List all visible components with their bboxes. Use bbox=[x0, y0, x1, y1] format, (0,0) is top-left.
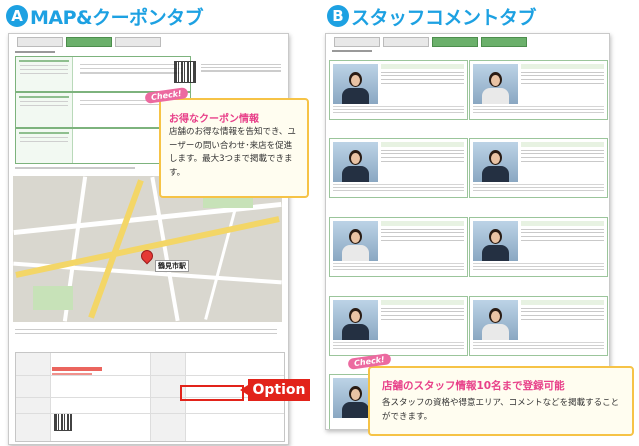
section-a-badge: A bbox=[6, 5, 28, 27]
shop-info-table bbox=[15, 352, 285, 442]
staff-photo bbox=[333, 221, 378, 261]
staff-callout: 店舗のスタッフ情報10名まで登録可能 各スタッフの資格や得意エリア、コメントなど… bbox=[368, 366, 634, 436]
coupon-callout: お得なクーポン情報 店舗のお得な情報を告知でき、ユーザーの問い合わせ･来店を促進… bbox=[159, 98, 309, 198]
tab-b-4[interactable] bbox=[481, 37, 527, 47]
station-label: 鶴見市駅 bbox=[155, 260, 189, 272]
tab-b-staff-comment[interactable] bbox=[432, 37, 478, 47]
coupon-callout-body: 店舗のお得な情報を告知でき、ユーザーの問い合わせ･来店を促進します。最大3つまで… bbox=[169, 127, 296, 178]
page-a-tabbar bbox=[9, 37, 288, 47]
staff-photo bbox=[473, 300, 518, 340]
qr-code-icon bbox=[174, 61, 196, 83]
tab-b-1[interactable] bbox=[334, 37, 380, 47]
section-b-badge: B bbox=[327, 5, 349, 27]
staff-photo bbox=[473, 221, 518, 261]
tab-b-2[interactable] bbox=[383, 37, 429, 47]
staff-card[interactable] bbox=[469, 138, 608, 198]
staff-card[interactable] bbox=[329, 138, 468, 198]
staff-photo bbox=[333, 64, 378, 104]
tab-a-3[interactable] bbox=[115, 37, 161, 47]
staff-card[interactable] bbox=[469, 60, 608, 120]
option-badge: Option bbox=[240, 379, 310, 401]
coupon-note bbox=[201, 62, 281, 74]
staff-photo bbox=[333, 300, 378, 340]
qr-code-icon bbox=[54, 413, 72, 431]
staff-card[interactable] bbox=[329, 217, 468, 277]
coupon-section-heading bbox=[15, 49, 55, 53]
page-b-tabbar bbox=[326, 37, 609, 47]
map-legend bbox=[15, 326, 277, 340]
section-a-header: A MAP&クーポンタブ bbox=[6, 3, 204, 29]
staff-card[interactable] bbox=[329, 296, 468, 356]
section-b-title: スタッフコメントタブ bbox=[351, 6, 537, 29]
option-highlight-box bbox=[180, 385, 244, 401]
staff-photo bbox=[473, 64, 518, 104]
staff-photo bbox=[333, 142, 378, 182]
access-heading-line bbox=[15, 167, 135, 169]
staff-card[interactable] bbox=[469, 217, 608, 277]
staff-card[interactable] bbox=[329, 60, 468, 120]
coupon-callout-title: お得なクーポン情報 bbox=[169, 114, 259, 125]
staff-callout-title: 店舗のスタッフ情報10名まで登録可能 bbox=[382, 380, 565, 392]
staff-section-heading bbox=[332, 50, 372, 52]
tab-a-map-coupon[interactable] bbox=[66, 37, 112, 47]
section-b-header: B スタッフコメントタブ bbox=[327, 3, 537, 29]
section-a-title: MAP&クーポンタブ bbox=[30, 6, 204, 29]
staff-callout-body: 各スタッフの資格や得意エリア、コメントなどを掲載することができます。 bbox=[382, 398, 620, 422]
staff-card[interactable] bbox=[469, 296, 608, 356]
coupon-card[interactable] bbox=[15, 128, 167, 164]
coupon-card[interactable] bbox=[15, 56, 191, 92]
tab-a-1[interactable] bbox=[17, 37, 63, 47]
staff-photo bbox=[473, 142, 518, 182]
